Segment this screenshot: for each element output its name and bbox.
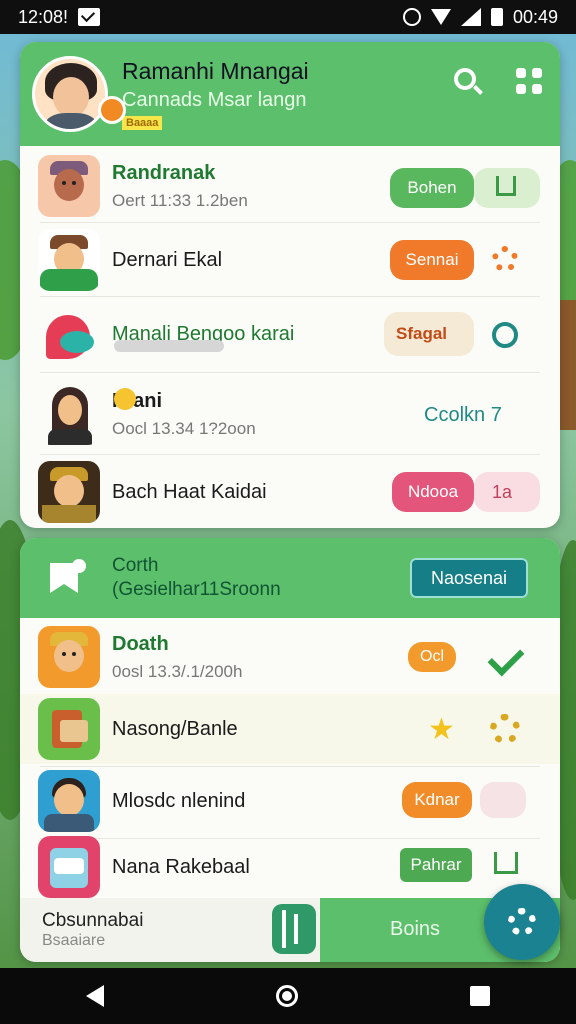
bottom-title: Cbsunnabai: [42, 910, 144, 931]
item-subtitle: Oert 11:33 1.2ben: [112, 190, 248, 210]
item-title: Nana Rakebaal: [112, 855, 250, 878]
section-card: Corth (Gesielhar11Sroonn Naosenai Doath …: [20, 538, 560, 962]
secondary-label: 1a: [492, 482, 513, 502]
avatar: [38, 626, 100, 688]
profile-header: Ramanhi Mnangai Cannads Msar langn Baaaa: [20, 42, 560, 146]
search-icon[interactable]: [454, 68, 476, 90]
status-bar: 12:08! 00:49: [0, 0, 576, 34]
recent-apps-icon[interactable]: [470, 986, 490, 1006]
sennai-button[interactable]: Sennai: [390, 240, 474, 280]
bohen-button[interactable]: Bohen: [390, 168, 474, 208]
bottom-bar: Cbsunnabai Bsaaiare Boins: [20, 898, 560, 962]
avatar: [38, 770, 100, 832]
alarm-icon: [402, 8, 421, 26]
back-icon[interactable]: [86, 985, 104, 1007]
avatar: [38, 229, 100, 291]
sfagal-label: Sfagal: [396, 324, 448, 343]
check-icon[interactable]: [487, 639, 525, 677]
profile-tag: Baaaa: [122, 115, 163, 130]
home-icon[interactable]: [494, 852, 518, 874]
bottom-action-label: Boins: [390, 918, 441, 940]
status-time: 12:08!: [18, 6, 69, 27]
gear-icon[interactable]: [490, 714, 520, 744]
item-title: Randranak: [112, 161, 216, 184]
star-icon[interactable]: ★: [428, 712, 455, 747]
bottom-subtitle: Bsaaiare: [42, 932, 106, 949]
list-item[interactable]: Nasong/Banle ★: [20, 694, 560, 764]
list-item[interactable]: Manali Bengoo karai Sfagal: [20, 300, 560, 368]
item-title: Dernari Ekal: [112, 248, 223, 271]
home-button[interactable]: [474, 168, 540, 208]
profile-subtitle: Cannads Msar langn: [122, 88, 307, 111]
tab-switch-icon[interactable]: [272, 904, 316, 954]
clock-icon[interactable]: [492, 322, 518, 348]
item-subtitle: Oocl 13.34 1?2oon: [112, 418, 256, 438]
avatar: [38, 155, 100, 217]
section-subtitle: (Gesielhar11Sroonn: [112, 579, 281, 600]
mail-icon: [78, 8, 101, 26]
avatar: [38, 383, 100, 445]
flag-icon: [50, 559, 88, 597]
expand-icon[interactable]: [516, 68, 542, 94]
avatar: [38, 461, 100, 523]
pahrar-button[interactable]: Pahrar: [400, 848, 472, 882]
item-title: Nasong/Banle: [112, 717, 238, 740]
app-icon: [38, 698, 100, 760]
kdnar-button[interactable]: Kdnar: [402, 782, 472, 818]
gear-badge-icon: [98, 96, 126, 124]
gear-icon: [508, 908, 536, 936]
list-item[interactable]: Prani Oocl 13.34 1?2oon Ccolkn 7: [20, 378, 560, 450]
toggle-button[interactable]: [480, 782, 526, 818]
home-icon: [496, 176, 516, 196]
settings-fab-button[interactable]: [484, 884, 560, 960]
list-item[interactable]: Doath 0osl 13.3/.1/200h Ocl: [20, 622, 560, 692]
list-item[interactable]: Randranak Oert 11:33 1.2ben Bohen: [20, 152, 560, 220]
list-item[interactable]: Mlosdc nlenind Kdnar: [20, 766, 560, 836]
naosenai-button[interactable]: Naosenai: [410, 558, 528, 598]
home-nav-icon[interactable]: [276, 985, 298, 1007]
ndooa-button[interactable]: Ndooa: [392, 472, 474, 512]
item-subtitle: 0osl 13.3/.1/200h: [112, 661, 243, 681]
list-item[interactable]: Bach Haat Kaidai Ndooa 1a: [20, 460, 560, 524]
profile-name: Ramanhi Mnangai: [122, 57, 309, 84]
progress-bar: [114, 340, 224, 352]
battery-icon: [490, 8, 503, 26]
item-title: Bach Haat Kaidai: [112, 480, 267, 503]
profile-avatar[interactable]: [32, 56, 108, 132]
status-right-text: 00:49: [512, 6, 558, 27]
system-nav-bar: [0, 968, 576, 1024]
section-header: Corth (Gesielhar11Sroonn Naosenai: [20, 538, 560, 618]
app-logo-icon: [38, 303, 100, 365]
signal-icon: [460, 8, 481, 26]
gear-icon[interactable]: [492, 246, 518, 272]
app-icon: [38, 836, 100, 898]
emoji-icon: [114, 388, 136, 410]
section-title: Corth: [112, 555, 159, 576]
secondary-button[interactable]: 1a: [474, 472, 540, 512]
item-title: Doath: [112, 632, 169, 655]
contacts-card: Ramanhi Mnangai Cannads Msar langn Baaaa…: [20, 42, 560, 528]
ccolkn-link[interactable]: Ccolkn 7: [424, 404, 502, 427]
list-item[interactable]: Dernari Ekal Sennai: [20, 228, 560, 292]
ocl-badge[interactable]: Ocl: [408, 642, 456, 672]
item-title: Mlosdc nlenind: [112, 789, 246, 812]
wifi-icon: [430, 9, 451, 25]
list-item[interactable]: Nana Rakebaal Pahrar: [20, 836, 560, 898]
sfagal-button[interactable]: Sfagal: [384, 312, 474, 356]
